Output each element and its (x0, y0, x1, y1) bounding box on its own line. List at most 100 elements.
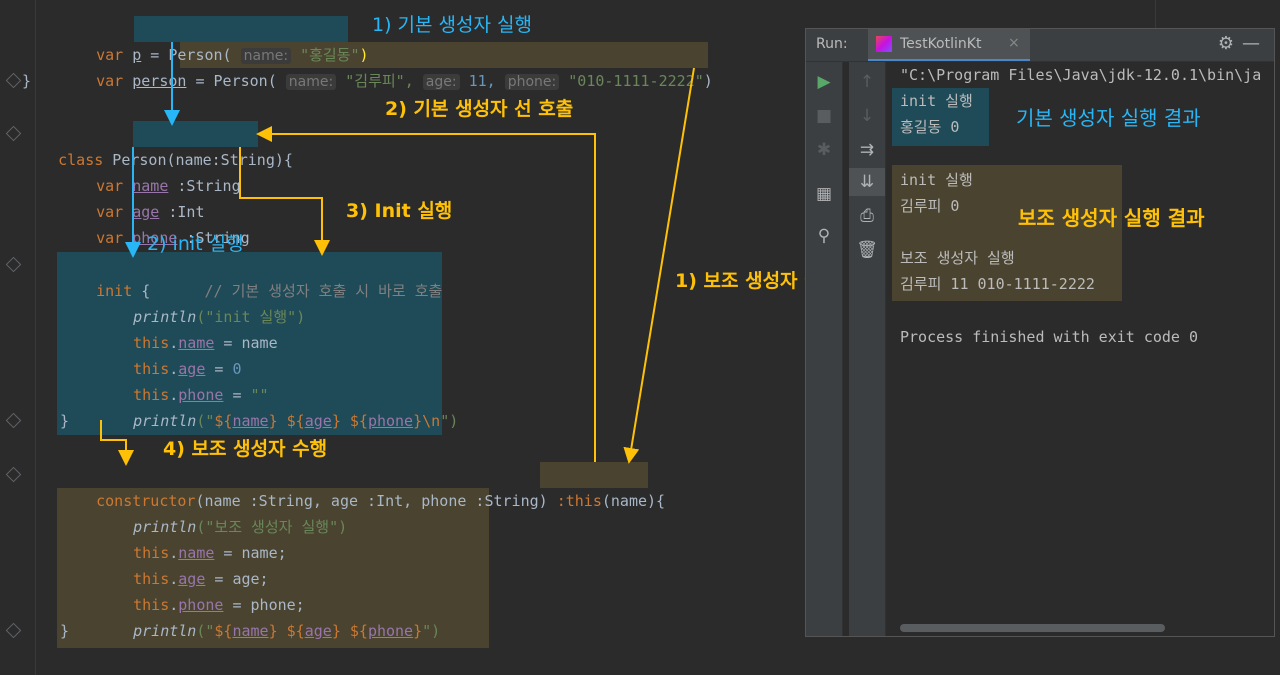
trash-icon[interactable]: 🗑 (849, 236, 885, 264)
code-line-class: class Person(name:String){ (22, 121, 293, 169)
secondary-result-label: 보조 생성자 실행 결과 (1018, 206, 1205, 230)
string-literal: "010-1111-2222" (568, 72, 704, 90)
string-open: (" (196, 412, 215, 430)
editor-divider (1155, 0, 1156, 28)
code-line-ctor-println2: println("${name} ${age} ${phone}") (97, 592, 440, 640)
code-line-init-println: println("init 실행") (97, 278, 305, 326)
template-open: ${ (214, 622, 233, 640)
fold-icon[interactable] (5, 622, 22, 639)
code-line-close-brace: } (22, 72, 32, 90)
console-line: 김루피 11 010-1111-2222 (900, 275, 1095, 293)
template-var: phone (367, 412, 414, 430)
run-tab[interactable]: TestKotlinKt × (868, 29, 1030, 61)
soft-wrap-icon[interactable]: ⇉ (849, 136, 885, 164)
print-icon[interactable]: ⎙ (849, 202, 885, 230)
minimize-icon[interactable]: — (1242, 33, 1260, 54)
console-line: 홍길동 0 (900, 118, 960, 136)
basic-result-label: 기본 생성자 실행 결과 (1016, 106, 1201, 130)
code-line-close-brace: } (60, 412, 70, 430)
template-open: ${ (349, 412, 368, 430)
code-line-init-println2: println("${name} ${age} ${phone}\n") (97, 382, 458, 430)
string-close: ") (440, 412, 459, 430)
this-args: (name) (601, 492, 657, 510)
param-hint: name: (285, 74, 337, 90)
template-var: age (304, 412, 332, 430)
pin-icon[interactable]: ⚲ (806, 222, 842, 250)
fold-icon[interactable] (5, 125, 22, 142)
run-label: Run: (816, 36, 848, 52)
function-call: println (133, 412, 197, 430)
down-icon[interactable]: ↓ (849, 102, 885, 130)
template-open: ${ (286, 622, 305, 640)
number-literal: 11, (468, 72, 496, 90)
param-hint: age: (422, 74, 460, 90)
code-line-prop-age: var age :Int (60, 173, 204, 221)
console-line: init 실행 (900, 171, 973, 189)
run-tab-title: TestKotlinKt (900, 36, 982, 52)
rerun-icon[interactable]: ▶ (806, 68, 842, 96)
code-line-init-age: this.age = 0 (133, 360, 242, 378)
gear-icon[interactable]: ⚙ (1218, 33, 1234, 54)
template-var: age (304, 622, 332, 640)
string-literal: "김루피", (345, 72, 414, 90)
template-open: ${ (286, 412, 305, 430)
horizontal-scrollbar[interactable] (900, 624, 1165, 632)
gutter-divider (35, 0, 36, 675)
keyword: var (96, 72, 124, 90)
template-var: phone (367, 622, 414, 640)
template-close: } (331, 622, 341, 640)
brace: { (283, 151, 293, 169)
fold-icon[interactable] (5, 72, 22, 89)
code-line-prop-phone: var phone :String (60, 199, 250, 247)
code-line-prop-name: var name :String (60, 147, 241, 195)
template-var: name (232, 412, 269, 430)
code-line-init-phone: this.phone = "" (133, 386, 269, 404)
code-line-close-brace: } (60, 622, 70, 640)
template-var: name (232, 622, 269, 640)
annotation-init-run: 3) Init 실행 (346, 200, 453, 222)
annotation-init-exec: 2) init 실행 (147, 233, 244, 255)
console-output[interactable]: "C:\Program Files\Java\jdk-12.0.1\bin\ja… (892, 62, 1274, 636)
console-line: 보조 생성자 실행 (900, 249, 1015, 267)
template-open: ${ (349, 622, 368, 640)
paren: ) (703, 72, 713, 90)
layout-icon[interactable]: ▦ (806, 180, 842, 208)
fold-icon[interactable] (5, 466, 22, 483)
code-line-ctor-name: this.name = name; (133, 544, 287, 562)
code-line-ctor-age: this.age = age; (133, 570, 269, 588)
template-close: } (413, 622, 423, 640)
code-line-constructor: constructor(name :String, age :Int, phon… (60, 462, 665, 510)
template-open: ${ (214, 412, 233, 430)
code-line-ctor-phone: this.phone = phone; (133, 596, 305, 614)
code-line-var-person: var person = Person( name: "김루피", age: 1… (60, 42, 713, 90)
code-line-init-name: this.name = name (133, 334, 278, 352)
debug-icon[interactable]: ✱ (806, 136, 842, 164)
variable-name: person (132, 72, 187, 90)
operator: = (186, 72, 214, 90)
up-icon[interactable]: ↑ (849, 68, 885, 96)
stop-icon[interactable]: ■ (806, 102, 842, 130)
annotation-secondary-exec: 4) 보조 생성자 수행 (163, 438, 328, 460)
console-line: "C:\Program Files\Java\jdk-12.0.1\bin\ja (900, 66, 1262, 84)
template-close: } (268, 412, 278, 430)
template-close: } (413, 412, 423, 430)
function-call: println (133, 622, 197, 640)
escape-sequence: \n (422, 412, 441, 430)
console-line: init 실행 (900, 92, 973, 110)
string-close: ") (422, 622, 441, 640)
run-panel: Run: TestKotlinKt × ⚙ — ▶ ■ ✱ ▦ ⚲ ↑ ↓ ⇉ … (805, 28, 1275, 637)
close-icon[interactable]: × (1008, 35, 1020, 51)
console-line: 김루피 0 (900, 197, 960, 215)
code-line-ctor-println: println("보조 생성자 실행") (97, 488, 347, 536)
annotation-primary-precall: 2) 기본 생성자 선 호출 (385, 98, 574, 120)
template-close: } (268, 622, 278, 640)
code-line-var-p: var p = Person( name: "홍길동") (60, 16, 369, 64)
fold-icon[interactable] (5, 256, 22, 273)
run-panel-header: Run: TestKotlinKt × ⚙ — (806, 29, 1274, 62)
fold-icon[interactable] (5, 412, 22, 429)
run-toolbar-left: ▶ ■ ✱ ▦ ⚲ (806, 62, 843, 636)
template-close: } (331, 412, 341, 430)
string-open: (" (196, 622, 215, 640)
scroll-end-icon[interactable]: ⇊ (849, 168, 885, 196)
brace: { (656, 492, 666, 510)
